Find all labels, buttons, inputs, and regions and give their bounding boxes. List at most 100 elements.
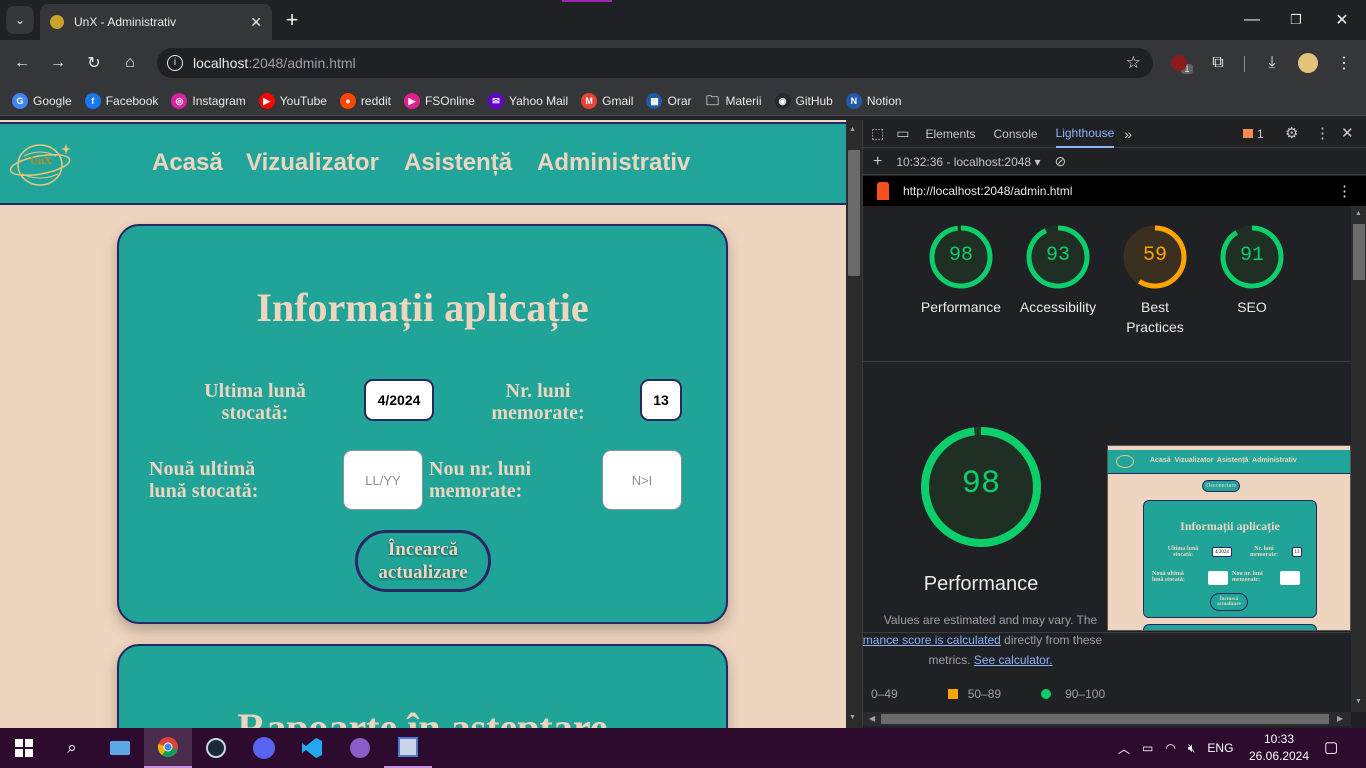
bookmark-orar[interactable]: ▦ Orar — [646, 92, 691, 109]
dt-scroll-down-icon[interactable]: ▼ — [1355, 698, 1362, 705]
snipping-tool-icon[interactable] — [384, 728, 432, 768]
volume-muted-icon[interactable]: 🔇︎ — [1188, 741, 1196, 756]
minimize-button[interactable]: — — [1238, 6, 1266, 34]
folder-icon: 🗀 — [705, 92, 719, 108]
see-calculator-link[interactable]: See calculator. — [974, 653, 1053, 667]
page-scroll-thumb[interactable] — [848, 150, 860, 276]
language-indicator[interactable]: ENG — [1207, 741, 1233, 755]
search-icon[interactable]: ⌕ — [48, 728, 96, 768]
start-button[interactable] — [0, 728, 48, 768]
report-selector[interactable]: 10:32:36 - localhost:2048 ▾ — [896, 155, 1040, 169]
home-button[interactable]: ⌂ — [116, 49, 144, 77]
nav-asistenta[interactable]: Asistență — [404, 149, 512, 177]
devtools-tab-elements[interactable]: Elements — [925, 127, 975, 141]
notifications-icon[interactable]: ▢ — [1324, 738, 1338, 756]
devtools-menu-icon[interactable]: ⋮ — [1315, 124, 1330, 142]
discord-icon[interactable] — [240, 728, 288, 768]
battery-icon[interactable]: ▭ — [1142, 741, 1153, 755]
github-desktop-icon[interactable] — [336, 728, 384, 768]
forward-button[interactable]: → — [44, 49, 72, 77]
tray-overflow-icon[interactable]: ︿ — [1118, 740, 1130, 757]
address-bar[interactable]: i localhost:2048/admin.html ☆ — [157, 48, 1153, 78]
bookmark-facebook[interactable]: f Facebook — [84, 92, 158, 109]
issues-counter[interactable]: 1 — [1243, 127, 1264, 141]
orar-icon: ▦ — [646, 92, 663, 109]
bookmark-fsonline[interactable]: ▶ FSOnline — [403, 92, 475, 109]
devtools-close-icon[interactable]: ✕ — [1341, 124, 1354, 142]
big-performance-gauge: 98 — [919, 425, 1043, 549]
score-gauge-seo[interactable]: 91 SEO — [1202, 224, 1302, 317]
bookmark-instagram[interactable]: ◎ Instagram — [171, 92, 246, 109]
tab-close-icon[interactable]: ✕ — [250, 14, 262, 31]
score-calc-link[interactable]: formance score is calculated — [863, 633, 1001, 647]
bookmark-reddit[interactable]: ● reddit — [339, 92, 391, 109]
back-button[interactable]: ← — [8, 49, 36, 77]
bookmarks-bar: G Google f Facebook ◎ Instagram ▶ YouTube ● reddi… — [0, 86, 1366, 116]
profile-avatar[interactable] — [1294, 49, 1322, 77]
scroll-down-icon[interactable]: ▼ — [849, 714, 856, 721]
wifi-icon[interactable]: ◠ — [1165, 741, 1175, 755]
chrome-taskbar-icon[interactable] — [144, 728, 192, 768]
bookmark-materii[interactable]: 🗀 Materii — [704, 92, 762, 109]
score-gauge-performance[interactable]: 98 Performance — [911, 224, 1011, 317]
devtools-hscroll-thumb[interactable] — [881, 714, 1329, 724]
try-update-button[interactable]: Încearcă actualizare — [355, 530, 491, 592]
tab-active[interactable]: UnX - Administrativ ✕ — [40, 4, 272, 40]
tab-search-button[interactable]: ⌄ — [6, 6, 34, 34]
scroll-up-icon[interactable]: ▲ — [849, 126, 856, 133]
dt-scroll-right-icon[interactable]: ▶ — [1337, 714, 1343, 723]
bookmark-google[interactable]: G Google — [12, 92, 72, 109]
facebook-icon: f — [84, 92, 101, 109]
clock[interactable]: 10:33 26.06.2024 — [1244, 731, 1314, 765]
nav-acasa[interactable]: Acasă — [152, 149, 223, 177]
page-scrollbar[interactable]: ▲ ▼ — [846, 120, 862, 728]
window-close-button[interactable]: ✕ — [1328, 6, 1356, 34]
devtools-hscrollbar[interactable]: ◀ ▶ — [863, 712, 1351, 726]
app-info-title: Informații aplicație — [256, 285, 589, 330]
bookmark-notion[interactable]: N Notion — [845, 92, 902, 109]
reload-button[interactable]: ↻ — [80, 49, 108, 77]
device-toggle-icon[interactable]: ▭ — [896, 125, 909, 142]
devtools-vscroll-thumb[interactable] — [1353, 224, 1365, 280]
nav-administrativ[interactable]: Administrativ — [537, 149, 690, 177]
bookmark-yahoo-mail[interactable]: ✉ Yahoo Mail — [487, 92, 568, 109]
inspect-icon[interactable]: ⬚ — [871, 125, 884, 142]
more-tabs-icon[interactable]: » — [1124, 126, 1132, 142]
legend-circle-icon — [1041, 689, 1052, 699]
system-tray: ︿ ▭ ◠ 🔇︎ ENG — [1118, 728, 1233, 768]
devtools-vscrollbar[interactable]: ▲ ▼ — [1351, 206, 1366, 712]
menu-kebab-icon[interactable]: ⋮ — [1330, 49, 1358, 77]
new-tab-button[interactable]: + — [278, 6, 306, 34]
bookmark-github[interactable]: ◉ GitHub — [774, 92, 833, 109]
score-note: Values are estimated and may vary. The f… — [863, 610, 1118, 670]
unx-logo[interactable]: UnX — [9, 136, 74, 190]
extension-button[interactable]: 1 — [1164, 49, 1200, 77]
youtube-icon: ▶ — [258, 92, 275, 109]
bookmark-gmail[interactable]: M Gmail — [581, 92, 634, 109]
devtools-tab-lighthouse[interactable]: Lighthouse — [1055, 120, 1115, 148]
nav-vizualizator[interactable]: Vizualizator — [246, 149, 379, 177]
new-report-icon[interactable]: + — [873, 153, 882, 171]
site-info-icon[interactable]: i — [167, 55, 183, 71]
score-gauge-best-practices[interactable]: 59 Best Practices — [1105, 224, 1205, 337]
extensions-puzzle-icon[interactable]: ⧉ — [1204, 49, 1232, 77]
laptop-app-icon[interactable] — [96, 728, 144, 768]
devtools-tab-console[interactable]: Console — [994, 127, 1038, 141]
report-url[interactable]: http://localhost:2048/admin.html — [903, 184, 1072, 198]
vscode-icon[interactable] — [288, 728, 336, 768]
bookmark-label: Gmail — [602, 93, 634, 108]
bookmark-star-icon[interactable]: ☆ — [1126, 53, 1141, 73]
restore-button[interactable]: ❐ — [1282, 6, 1310, 34]
page-screenshot-thumbnail[interactable]: Acasă Vizualizator Asistență Administrat… — [1107, 445, 1351, 631]
new-months-input[interactable]: N>I — [602, 450, 682, 510]
score-gauge-accessibility[interactable]: 93 Accessibility — [1008, 224, 1108, 317]
devtools-settings-icon[interactable]: ⚙ — [1285, 124, 1298, 142]
bookmark-youtube[interactable]: ▶ YouTube — [258, 92, 327, 109]
new-last-month-input[interactable]: LL/YY — [343, 450, 423, 510]
clear-reports-icon[interactable]: ⊘ — [1054, 153, 1066, 170]
downloads-icon[interactable]: ⤓ — [1258, 49, 1286, 77]
dt-scroll-left-icon[interactable]: ◀ — [869, 714, 875, 723]
steam-icon[interactable] — [192, 728, 240, 768]
report-menu-icon[interactable]: ⋮ — [1337, 182, 1352, 200]
dt-scroll-up-icon[interactable]: ▲ — [1355, 210, 1362, 217]
